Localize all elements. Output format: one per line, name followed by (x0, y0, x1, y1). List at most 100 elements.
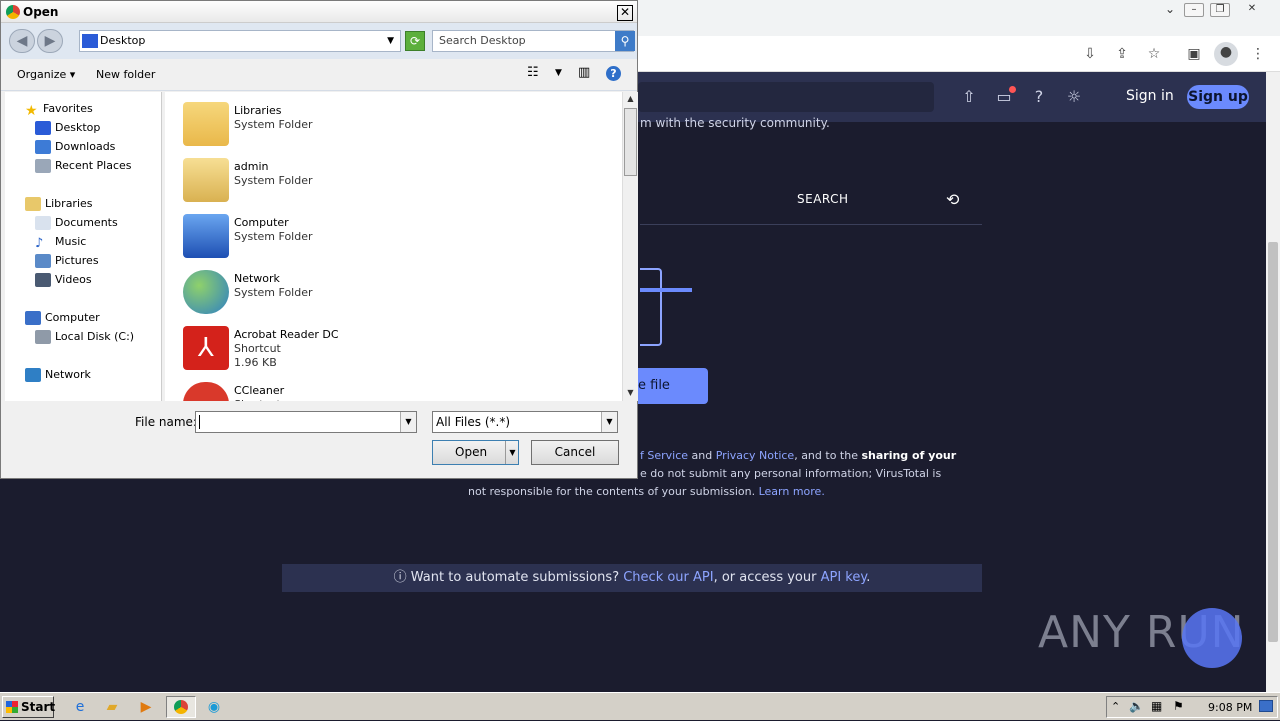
terms-bold-text: sharing of your (861, 449, 957, 462)
api-key-link[interactable]: API key (821, 570, 867, 585)
edge-icon[interactable]: ◉ (202, 696, 226, 718)
nav-desktop[interactable]: Desktop (35, 119, 100, 137)
open-button[interactable]: Open ▼ (432, 440, 519, 465)
terms-text: and (688, 449, 716, 462)
new-folder-button[interactable]: New folder (96, 68, 155, 81)
file-item-libraries[interactable]: Libraries System Folder (181, 98, 581, 150)
nav-videos[interactable]: Videos (35, 271, 92, 289)
upload-icon[interactable]: ⇧ (958, 86, 980, 108)
ccleaner-icon (183, 382, 229, 401)
file-type: System Folder (234, 174, 313, 187)
terms-line-1: f Service and Privacy Notice, and to the… (640, 449, 956, 462)
nav-favorites[interactable]: ★ Favorites (25, 100, 93, 119)
nav-computer[interactable]: Computer (25, 309, 100, 327)
acrobat-reader-icon: ⅄ (183, 326, 229, 370)
preview-pane-icon[interactable]: ▥ (578, 65, 590, 80)
address-dropdown-icon[interactable]: ▼ (387, 31, 394, 51)
file-name-dropdown-icon[interactable]: ▼ (400, 412, 416, 432)
nav-recent-places[interactable]: Recent Places (35, 157, 132, 175)
search-icon[interactable]: ⚲ (615, 31, 635, 51)
help-icon[interactable]: ? (1028, 86, 1050, 108)
libraries-icon (25, 197, 41, 211)
page-scroll-thumb[interactable] (1268, 242, 1278, 642)
file-list-scrollbar[interactable]: ▲ ▼ (622, 92, 638, 401)
dialog-navbar: ◀ ▶ Desktop ▼ ⟳ Search Desktop ⚲ (1, 23, 637, 59)
file-name: Libraries (234, 104, 282, 117)
nav-label: Favorites (43, 102, 93, 115)
start-button[interactable]: Start (2, 696, 55, 718)
nav-label: Music (55, 235, 87, 248)
privacy-notice-link[interactable]: Privacy Notice (716, 449, 794, 462)
nav-libraries[interactable]: Libraries (25, 195, 93, 213)
clock[interactable]: 9:08 PM (1208, 701, 1252, 714)
file-item-acrobat[interactable]: ⅄ Acrobat Reader DC Shortcut 1.96 KB (181, 322, 581, 374)
menu-kebab-icon[interactable]: ⋮ (1248, 44, 1268, 64)
file-item-admin[interactable]: admin System Folder (181, 154, 581, 206)
nav-local-disk[interactable]: Local Disk (C:) (35, 328, 134, 346)
open-split-dropdown-icon[interactable]: ▼ (505, 441, 519, 464)
help-icon[interactable]: ? (606, 66, 621, 81)
tab-divider (640, 224, 982, 225)
close-icon[interactable]: ✕ (1242, 3, 1262, 17)
action-center-flag-icon[interactable]: ⚑ (1173, 699, 1184, 713)
tray-expand-icon[interactable]: ⌃ (1111, 700, 1120, 713)
hash-tab-icon[interactable]: ⟲ (946, 190, 959, 209)
nav-pictures[interactable]: Pictures (35, 252, 99, 270)
terms-line-2: e do not submit any personal information… (640, 467, 942, 480)
show-desktop-icon[interactable] (1259, 700, 1273, 712)
network-icon (25, 368, 41, 382)
refresh-icon[interactable]: ⟳ (405, 31, 425, 51)
view-options-icon[interactable]: ☷ (527, 65, 539, 80)
bookmark-star-icon[interactable]: ☆ (1144, 44, 1164, 64)
check-api-link[interactable]: Check our API (623, 570, 713, 585)
tab-search-chevron-icon[interactable]: ⌄ (1160, 3, 1180, 17)
sign-in-link[interactable]: Sign in (1126, 88, 1174, 104)
install-icon[interactable]: ⇩ (1080, 44, 1100, 64)
scroll-down-icon[interactable]: ▼ (624, 386, 637, 400)
nav-music[interactable]: ♪ Music (35, 233, 86, 251)
back-arrow-icon[interactable]: ◀ (9, 29, 35, 53)
learn-more-link[interactable]: Learn more. (759, 485, 825, 498)
forward-arrow-icon[interactable]: ▶ (37, 29, 63, 53)
illustration-bar (640, 288, 692, 292)
file-item-network[interactable]: Network System Folder (181, 266, 581, 318)
side-panel-icon[interactable]: ▣ (1184, 44, 1204, 64)
tab-search[interactable]: SEARCH (797, 192, 849, 206)
view-dropdown-icon[interactable]: ▼ (555, 68, 562, 78)
page-scrollbar[interactable] (1266, 72, 1280, 692)
api-banner: ⓘ Want to automate submissions? Check ou… (282, 564, 982, 592)
nav-downloads[interactable]: Downloads (35, 138, 115, 156)
theme-toggle-icon[interactable]: ☼ (1063, 86, 1085, 108)
file-item-ccleaner[interactable]: CCleaner Shortcut (181, 378, 581, 401)
site-search-input[interactable] (638, 82, 934, 112)
dialog-search-input[interactable]: Search Desktop ⚲ (432, 30, 635, 52)
scroll-up-icon[interactable]: ▲ (624, 92, 637, 106)
file-type: System Folder (234, 286, 313, 299)
file-item-computer[interactable]: Computer System Folder (181, 210, 581, 262)
media-player-icon[interactable]: ▶ (134, 696, 158, 718)
file-list: Libraries System Folder admin System Fol… (165, 92, 623, 401)
nav-network[interactable]: Network (25, 366, 91, 384)
cancel-button[interactable]: Cancel (531, 440, 619, 465)
file-name-input[interactable]: ▼ (195, 411, 417, 433)
address-bar[interactable]: Desktop ▼ (79, 30, 401, 52)
minimize-icon[interactable]: – (1184, 3, 1204, 17)
sign-up-button[interactable]: Sign up (1187, 85, 1249, 109)
dialog-close-button[interactable]: ✕ (617, 5, 633, 21)
profile-avatar-icon[interactable]: ● (1214, 42, 1238, 66)
chrome-task-icon[interactable] (166, 696, 196, 718)
file-type-select[interactable]: All Files (*.*) ▼ (432, 411, 618, 433)
network-tray-icon[interactable]: ▦ (1151, 699, 1162, 713)
nav-documents[interactable]: Documents (35, 214, 118, 232)
organize-button[interactable]: Organize ▾ (17, 68, 75, 81)
restore-icon[interactable]: ❐ (1210, 3, 1230, 17)
ie-icon[interactable]: e (68, 696, 92, 718)
share-icon[interactable]: ⇪ (1112, 44, 1132, 64)
file-type-dropdown-icon[interactable]: ▼ (601, 412, 617, 432)
nav-label: Recent Places (55, 159, 132, 172)
terms-of-service-link[interactable]: f Service (640, 449, 688, 462)
volume-icon[interactable]: 🔈 (1129, 699, 1144, 713)
chat-bubble-icon[interactable] (1182, 608, 1242, 668)
file-list-scroll-thumb[interactable] (624, 108, 637, 176)
explorer-folder-icon[interactable]: ▰ (100, 696, 124, 718)
